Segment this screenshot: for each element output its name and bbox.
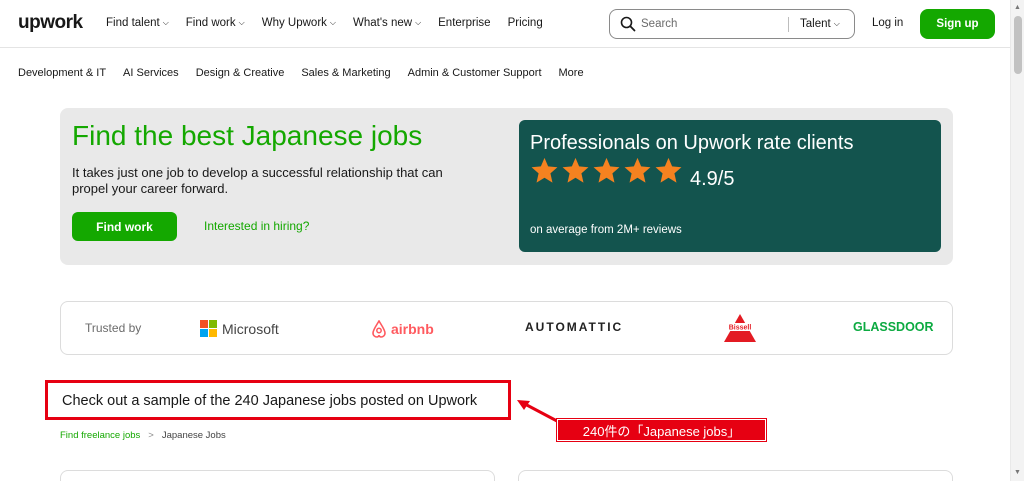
search-bar[interactable]: Search Talent ⌵: [609, 9, 855, 39]
login-link[interactable]: Log in: [872, 17, 903, 29]
job-card[interactable]: [60, 470, 495, 481]
rating-value: 4.9/5: [690, 168, 735, 190]
nav-why-upwork[interactable]: Why Upwork ⌵: [262, 17, 336, 29]
microsoft-logo: Microsoft: [200, 320, 279, 337]
hero-section: Find the best Japanese jobs It takes jus…: [60, 108, 953, 265]
breadcrumb-current: Japanese Jobs: [161, 430, 226, 441]
signup-button[interactable]: Sign up: [920, 9, 995, 39]
chevron-down-icon: ⌵: [238, 18, 245, 27]
job-card[interactable]: [518, 470, 953, 481]
airbnb-icon: [372, 320, 386, 338]
category-more[interactable]: More: [559, 67, 584, 79]
breadcrumb-find-freelance-jobs[interactable]: Find freelance jobs: [60, 430, 140, 441]
search-input[interactable]: Search: [641, 18, 677, 30]
nav-find-work[interactable]: Find work ⌵: [186, 17, 245, 29]
glassdoor-logo: GLASSDOOR: [853, 320, 934, 334]
chevron-down-icon: ⌵: [162, 18, 169, 27]
automattic-logo: AUTOMATTIC: [525, 320, 624, 334]
annotation-label: 240件の「Japanese jobs」: [557, 419, 766, 441]
airbnb-logo: airbnb: [371, 320, 434, 338]
trusted-by-bar: Trusted by Microsoft airbnb AUTOMATTIC B…: [60, 301, 953, 355]
page-scrollbar[interactable]: ▲ ▼: [1010, 0, 1024, 481]
bissell-logo: Bissell: [720, 313, 760, 343]
sample-jobs-heading: Check out a sample of the 240 Japanese j…: [62, 393, 478, 409]
upwork-logo[interactable]: upwork: [18, 12, 83, 34]
chevron-down-icon: ⌵: [833, 19, 840, 28]
scroll-up-icon[interactable]: ▲: [1014, 4, 1021, 11]
rating-reviews-text: on average from 2M+ reviews: [530, 224, 682, 236]
breadcrumb: Find freelance jobs > Japanese Jobs: [60, 430, 226, 441]
top-navigation: upwork Find talent ⌵ Find work ⌵ Why Upwor…: [0, 0, 1010, 48]
chevron-down-icon: ⌵: [329, 18, 336, 27]
category-design-creative[interactable]: Design & Creative: [196, 67, 285, 79]
scroll-down-icon[interactable]: ▼: [1014, 469, 1021, 476]
hero-description: It takes just one job to develop a succe…: [72, 165, 443, 196]
category-nav: Development & IT AI Services Design & Cr…: [18, 67, 601, 79]
breadcrumb-separator: >: [148, 430, 154, 441]
star-icon: [655, 157, 682, 183]
rating-stars: [530, 156, 685, 185]
star-icon: [531, 157, 558, 183]
category-admin-support[interactable]: Admin & Customer Support: [408, 67, 542, 79]
hero-title: Find the best Japanese jobs: [72, 120, 423, 151]
bissell-icon: Bissell: [724, 314, 756, 342]
category-ai-services[interactable]: AI Services: [123, 67, 179, 79]
find-work-button[interactable]: Find work: [72, 212, 177, 241]
star-icon: [593, 157, 620, 183]
nav-enterprise[interactable]: Enterprise: [438, 17, 490, 29]
category-development-it[interactable]: Development & IT: [18, 67, 106, 79]
nav-pricing[interactable]: Pricing: [508, 17, 543, 29]
search-divider: [788, 17, 789, 32]
annotation-arrow-icon: [517, 400, 559, 423]
rating-card-title: Professionals on Upwork rate clients: [530, 132, 854, 154]
search-scope-dropdown[interactable]: Talent ⌵: [800, 18, 840, 30]
nav-find-talent[interactable]: Find talent ⌵: [106, 17, 169, 29]
scrollbar-thumb[interactable]: [1014, 16, 1022, 74]
trusted-by-label: Trusted by: [85, 321, 142, 335]
star-icon: [624, 157, 651, 183]
svg-text:Bissell: Bissell: [729, 325, 752, 332]
search-icon: [620, 16, 636, 32]
annotation-highlight-box: Check out a sample of the 240 Japanese j…: [45, 380, 511, 420]
main-nav: Find talent ⌵ Find work ⌵ Why Upwork ⌵ What…: [106, 17, 560, 29]
star-icon: [562, 157, 589, 183]
interested-in-hiring-link[interactable]: Interested in hiring?: [204, 219, 309, 233]
client-rating-card: Professionals on Upwork rate clients 4.9…: [519, 120, 941, 252]
microsoft-icon: [200, 320, 217, 337]
category-sales-marketing[interactable]: Sales & Marketing: [301, 67, 390, 79]
chevron-down-icon: ⌵: [415, 18, 422, 27]
nav-whats-new[interactable]: What's new ⌵: [353, 17, 421, 29]
